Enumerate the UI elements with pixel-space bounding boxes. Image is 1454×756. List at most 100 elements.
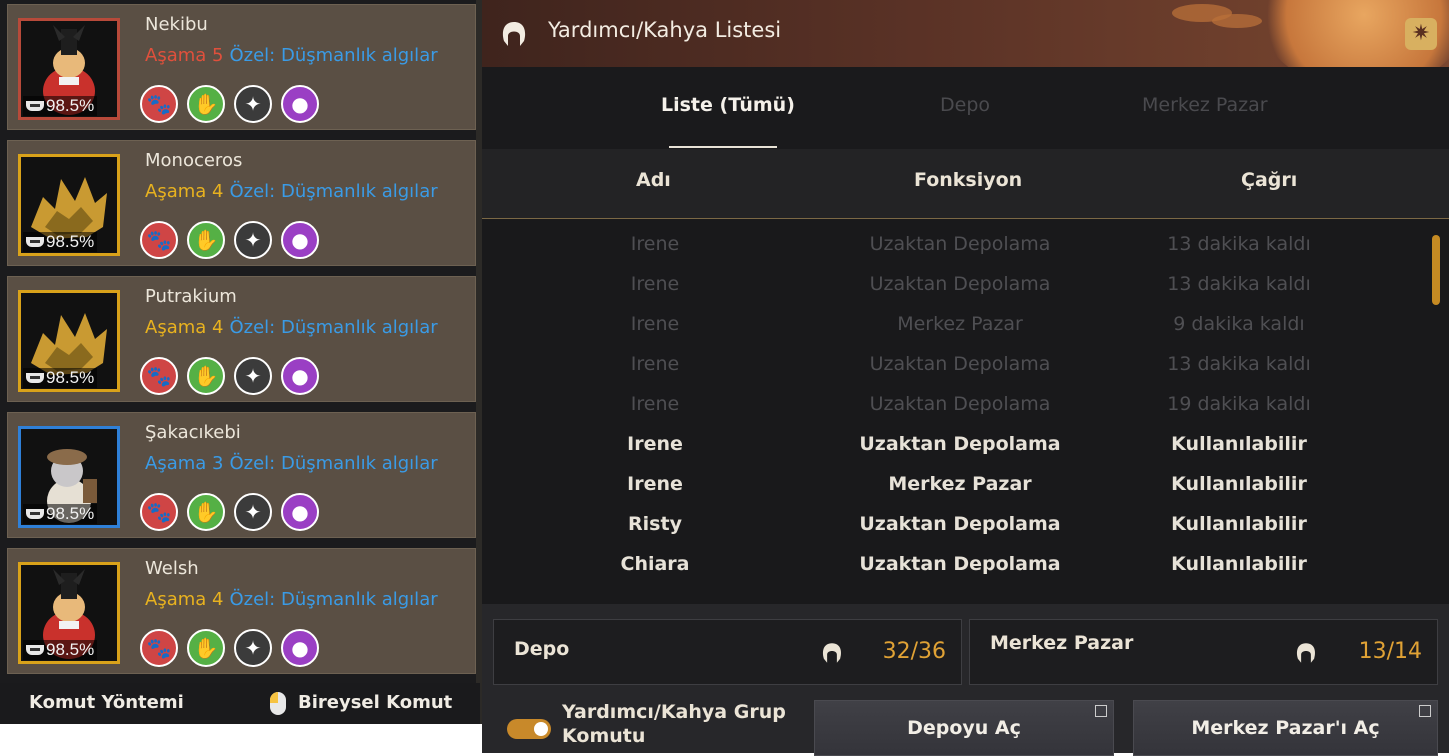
pet-special: Özel: Düşmanlık algılar [229, 589, 438, 610]
attack-icon[interactable]: 🐾 [140, 85, 178, 123]
assistant-list: Irene Uzaktan Depolama 13 dakika kaldı Ir… [482, 223, 1449, 603]
list-scrollbar[interactable] [1432, 235, 1440, 305]
gather-icon[interactable]: ✋ [187, 357, 225, 395]
pet-special: Özel: Düşmanlık algılar [229, 181, 438, 202]
compass-icon[interactable]: ✦ [234, 85, 272, 123]
food-bowl-icon [26, 237, 44, 247]
assistant-name: Irene [630, 393, 680, 415]
pet-stage-value: 3 [212, 453, 224, 474]
assistant-name: Irene [627, 473, 683, 495]
pet-card[interactable]: 98.5% Şakacıkebi Aşama 3 Özel: Düşmanlık … [7, 412, 476, 538]
settings-gear-icon[interactable]: ✷ [1405, 18, 1437, 50]
open-storage-button[interactable]: Depoyu Aç [814, 700, 1114, 756]
food-bowl-icon [26, 373, 44, 383]
tab-list-all[interactable]: Liste (Tümü) [661, 94, 795, 116]
assistant-name: Irene [630, 353, 680, 375]
food-gauge: 98.5% [23, 368, 98, 388]
group-command-toggle[interactable] [507, 719, 551, 739]
attack-icon[interactable]: 🐾 [140, 493, 178, 531]
food-value: 98.5% [46, 640, 95, 659]
pet-stage-value: 4 [212, 181, 224, 202]
tab-storage[interactable]: Depo [940, 94, 990, 116]
assistant-status: 13 dakika kaldı [1167, 353, 1311, 375]
pet-card[interactable]: 98.5% Putrakium Aşama 4 Özel: Düşmanlık a… [7, 276, 476, 402]
pet-name: Nekibu [145, 14, 208, 35]
pet-skill-icons: 🐾 ✋ ✦ ● [140, 493, 319, 531]
food-gauge: 98.5% [23, 232, 98, 252]
pet-skill-icons: 🐾 ✋ ✦ ● [140, 357, 319, 395]
command-method-label: Komut Yöntemi [29, 692, 184, 713]
food-value: 98.5% [46, 232, 95, 251]
bag-icon[interactable]: ● [281, 357, 319, 395]
food-value: 98.5% [46, 96, 95, 115]
bag-icon[interactable]: ● [281, 629, 319, 667]
assistant-name: Irene [630, 273, 680, 295]
pet-name: Monoceros [145, 150, 243, 171]
assistant-status: Kullanılabilir [1171, 513, 1307, 535]
pet-stage-label: Aşama [145, 453, 207, 474]
assistant-row[interactable]: Irene Uzaktan Depolama 13 dakika kaldı [482, 225, 1422, 265]
food-gauge: 98.5% [23, 640, 98, 660]
butler-emblem-icon [502, 22, 526, 46]
gather-icon[interactable]: ✋ [187, 85, 225, 123]
compass-icon[interactable]: ✦ [234, 629, 272, 667]
pet-special: Özel: Düşmanlık algılar [229, 453, 438, 474]
assistant-row[interactable]: Irene Merkez Pazar Kullanılabilir [482, 465, 1422, 505]
assistant-name: Irene [630, 233, 680, 255]
food-bowl-icon [26, 645, 44, 655]
pet-stage-label: Aşama [145, 317, 207, 338]
pet-stage-label: Aşama [145, 589, 207, 610]
assistant-function: Uzaktan Depolama [869, 273, 1051, 295]
pet-card[interactable]: 98.5% Nekibu Aşama 5 Özel: Düşmanlık algı… [7, 4, 476, 130]
command-method-value[interactable]: Bireysel Komut [298, 692, 452, 713]
pet-card[interactable]: 98.5% Welsh Aşama 4 Özel: Düşmanlık algıl… [7, 548, 476, 674]
pet-card[interactable]: 98.5% Monoceros Aşama 4 Özel: Düşmanlık a… [7, 140, 476, 266]
gather-icon[interactable]: ✋ [187, 493, 225, 531]
open-market-button[interactable]: Merkez Pazar'ı Aç [1133, 700, 1438, 756]
bag-icon[interactable]: ● [281, 221, 319, 259]
assistant-butler-dialog: Yardımcı/Kahya Listesi ✷ Liste (Tümü) De… [482, 0, 1449, 756]
assistant-status: 19 dakika kaldı [1167, 393, 1311, 415]
tab-central-market[interactable]: Merkez Pazar [1142, 94, 1268, 116]
attack-icon[interactable]: 🐾 [140, 221, 178, 259]
assistant-status: Kullanılabilir [1171, 553, 1307, 575]
mouse-icon [270, 692, 286, 715]
assistant-row[interactable]: Irene Uzaktan Depolama 19 dakika kaldı [482, 385, 1422, 425]
cloud-decoration [1212, 14, 1262, 28]
attack-icon[interactable]: 🐾 [140, 629, 178, 667]
bag-icon[interactable]: ● [281, 493, 319, 531]
pet-stage: Aşama 4 Özel: Düşmanlık algılar [145, 317, 438, 338]
assistant-status: Kullanılabilir [1171, 473, 1307, 495]
assistant-row[interactable]: Irene Uzaktan Depolama 13 dakika kaldı [482, 265, 1422, 305]
pet-skill-icons: 🐾 ✋ ✦ ● [140, 221, 319, 259]
pet-portrait: 98.5% [18, 290, 120, 392]
group-command-label: Yardımcı/Kahya Grup Komutu [562, 701, 786, 747]
food-bowl-icon [26, 101, 44, 111]
storage-summary-label: Depo [514, 638, 570, 660]
assistant-row[interactable]: Irene Uzaktan Depolama 13 dakika kaldı [482, 345, 1422, 385]
bag-icon[interactable]: ● [281, 85, 319, 123]
assistant-row[interactable]: Risty Uzaktan Depolama Kullanılabilir [482, 505, 1422, 545]
column-name: Adı [636, 169, 671, 191]
storage-count: 32/36 [882, 639, 946, 664]
market-summary: Merkez Pazar 13/14 [969, 619, 1438, 685]
assistant-function: Merkez Pazar [897, 313, 1023, 335]
gather-icon[interactable]: ✋ [187, 629, 225, 667]
pet-stage-label: Aşama [145, 181, 207, 202]
attack-icon[interactable]: 🐾 [140, 357, 178, 395]
assistant-row[interactable]: Irene Merkez Pazar 9 dakika kaldı [482, 305, 1422, 345]
gather-icon[interactable]: ✋ [187, 221, 225, 259]
butler-icon [822, 643, 842, 663]
open-storage-label: Depoyu Aç [907, 717, 1021, 739]
compass-icon[interactable]: ✦ [234, 357, 272, 395]
assistant-status: 13 dakika kaldı [1167, 233, 1311, 255]
compass-icon[interactable]: ✦ [234, 493, 272, 531]
assistant-function: Uzaktan Depolama [869, 393, 1051, 415]
compass-icon[interactable]: ✦ [234, 221, 272, 259]
assistant-row[interactable]: Irene Uzaktan Depolama Kullanılabilir [482, 425, 1422, 465]
pet-name: Welsh [145, 558, 199, 579]
food-gauge: 98.5% [23, 96, 98, 116]
assistant-row[interactable]: Chiara Uzaktan Depolama Kullanılabilir [482, 545, 1422, 585]
pet-stage-label: Aşama [145, 45, 207, 66]
pet-stage: Aşama 3 Özel: Düşmanlık algılar [145, 453, 438, 474]
